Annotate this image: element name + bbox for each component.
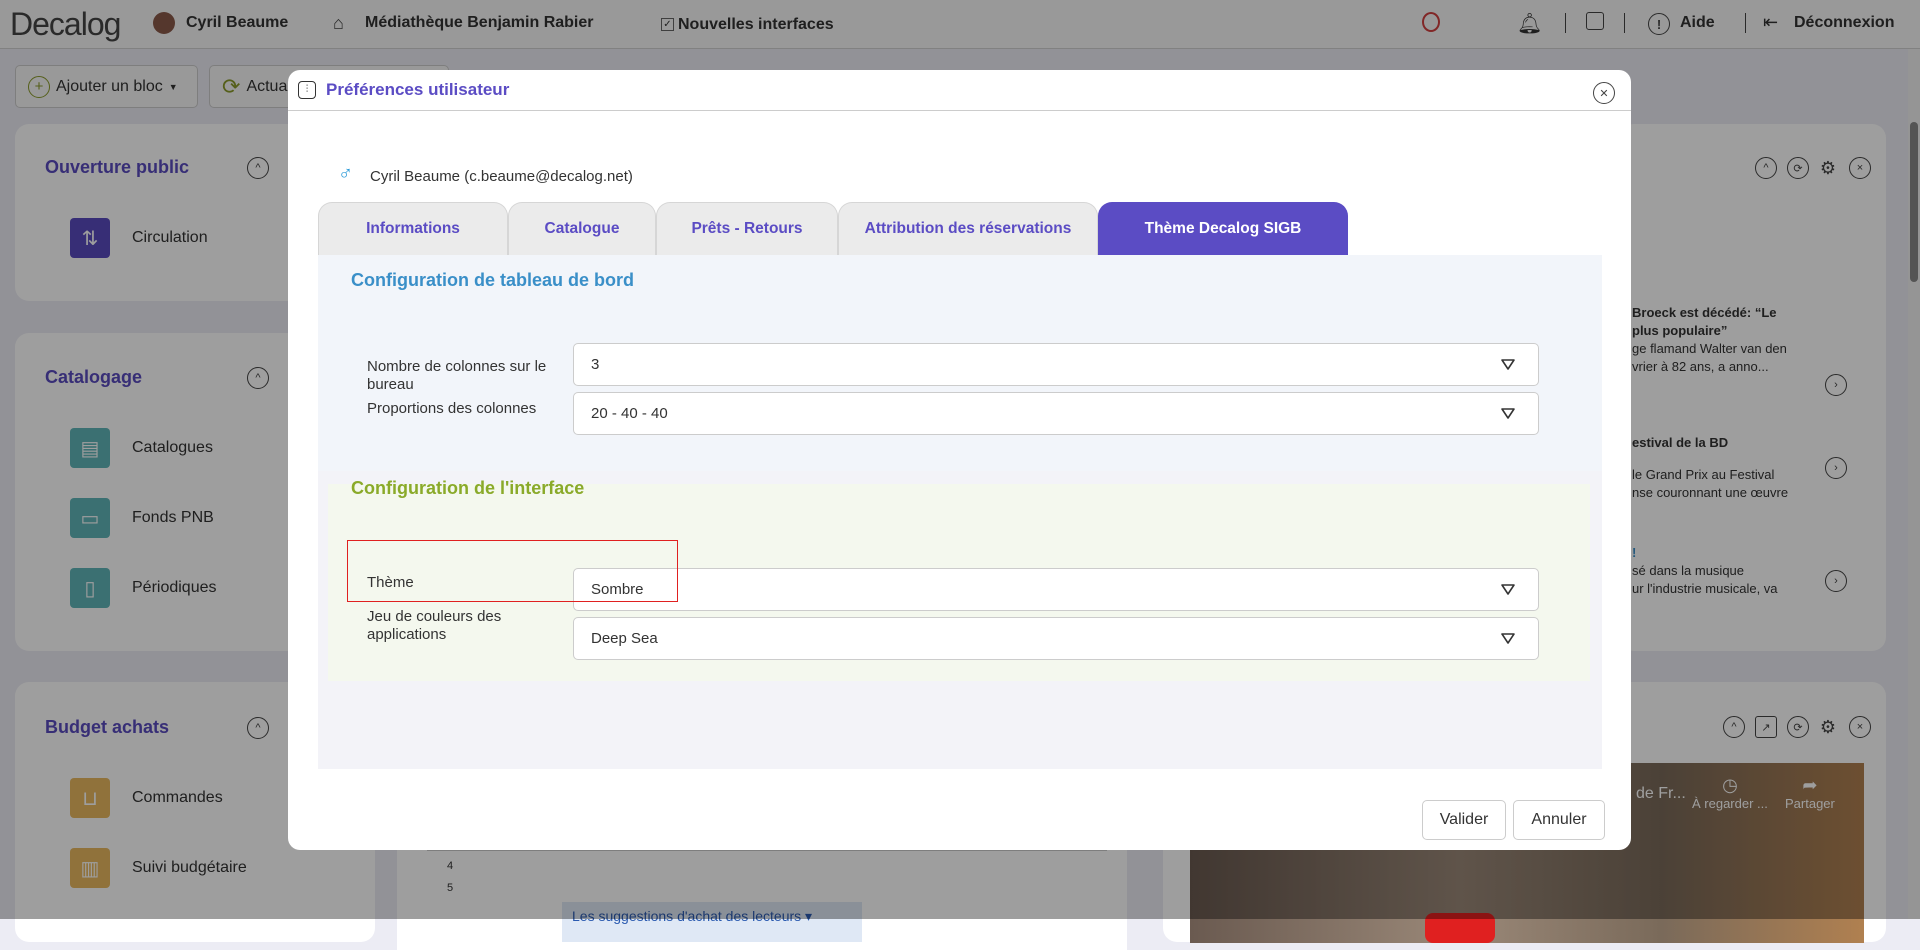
chevron-down-icon [1500,405,1516,421]
tab-theme-decalog-sigb[interactable]: Thème Decalog SIGB [1098,202,1348,255]
validate-button[interactable]: Valider [1422,800,1506,840]
select-value: Deep Sea [591,630,658,647]
cancel-button[interactable]: Annuler [1513,800,1605,840]
tab-panel: Configuration de tableau de bord Nombre … [318,255,1602,769]
close-icon[interactable]: ✕ [1593,82,1615,104]
color-set-select[interactable]: Deep Sea [573,617,1539,660]
tab-attribution-reservations[interactable]: Attribution des réservations [838,202,1098,255]
column-proportions-select[interactable]: 20 - 40 - 40 [573,392,1539,435]
sliders-icon: ⫶ [298,81,316,99]
field-label: Nombre de colonnes sur le bureau [367,358,572,394]
field-label: Jeu de couleurs des applications [367,608,572,644]
chevron-down-icon [1500,356,1516,372]
chevron-down-icon [1500,581,1516,597]
theme-select[interactable]: Sombre [573,568,1539,611]
tab-catalogue[interactable]: Catalogue [508,202,656,255]
tab-prets-retours[interactable]: Prêts - Retours [656,202,838,255]
modal-title: Préférences utilisateur [326,80,509,100]
tab-informations[interactable]: Informations [318,202,508,255]
columns-count-select[interactable]: 3 [573,343,1539,386]
highlight-box [347,540,678,602]
section-title: Configuration de tableau de bord [351,270,634,291]
select-value: 3 [591,356,599,373]
modal-header: ⫶ Préférences utilisateur ✕ [288,70,1631,111]
select-value: 20 - 40 - 40 [591,405,668,422]
user-line: Cyril Beaume (c.beaume@decalog.net) [370,168,633,185]
male-icon: ♂ [338,163,353,186]
preferences-modal: ⫶ Préférences utilisateur ✕ ♂ Cyril Beau… [288,70,1631,850]
field-label: Proportions des colonnes [367,400,572,418]
section-title: Configuration de l'interface [351,478,584,499]
section-dashboard: Configuration de tableau de bord Nombre … [318,255,1602,471]
chevron-down-icon [1500,630,1516,646]
